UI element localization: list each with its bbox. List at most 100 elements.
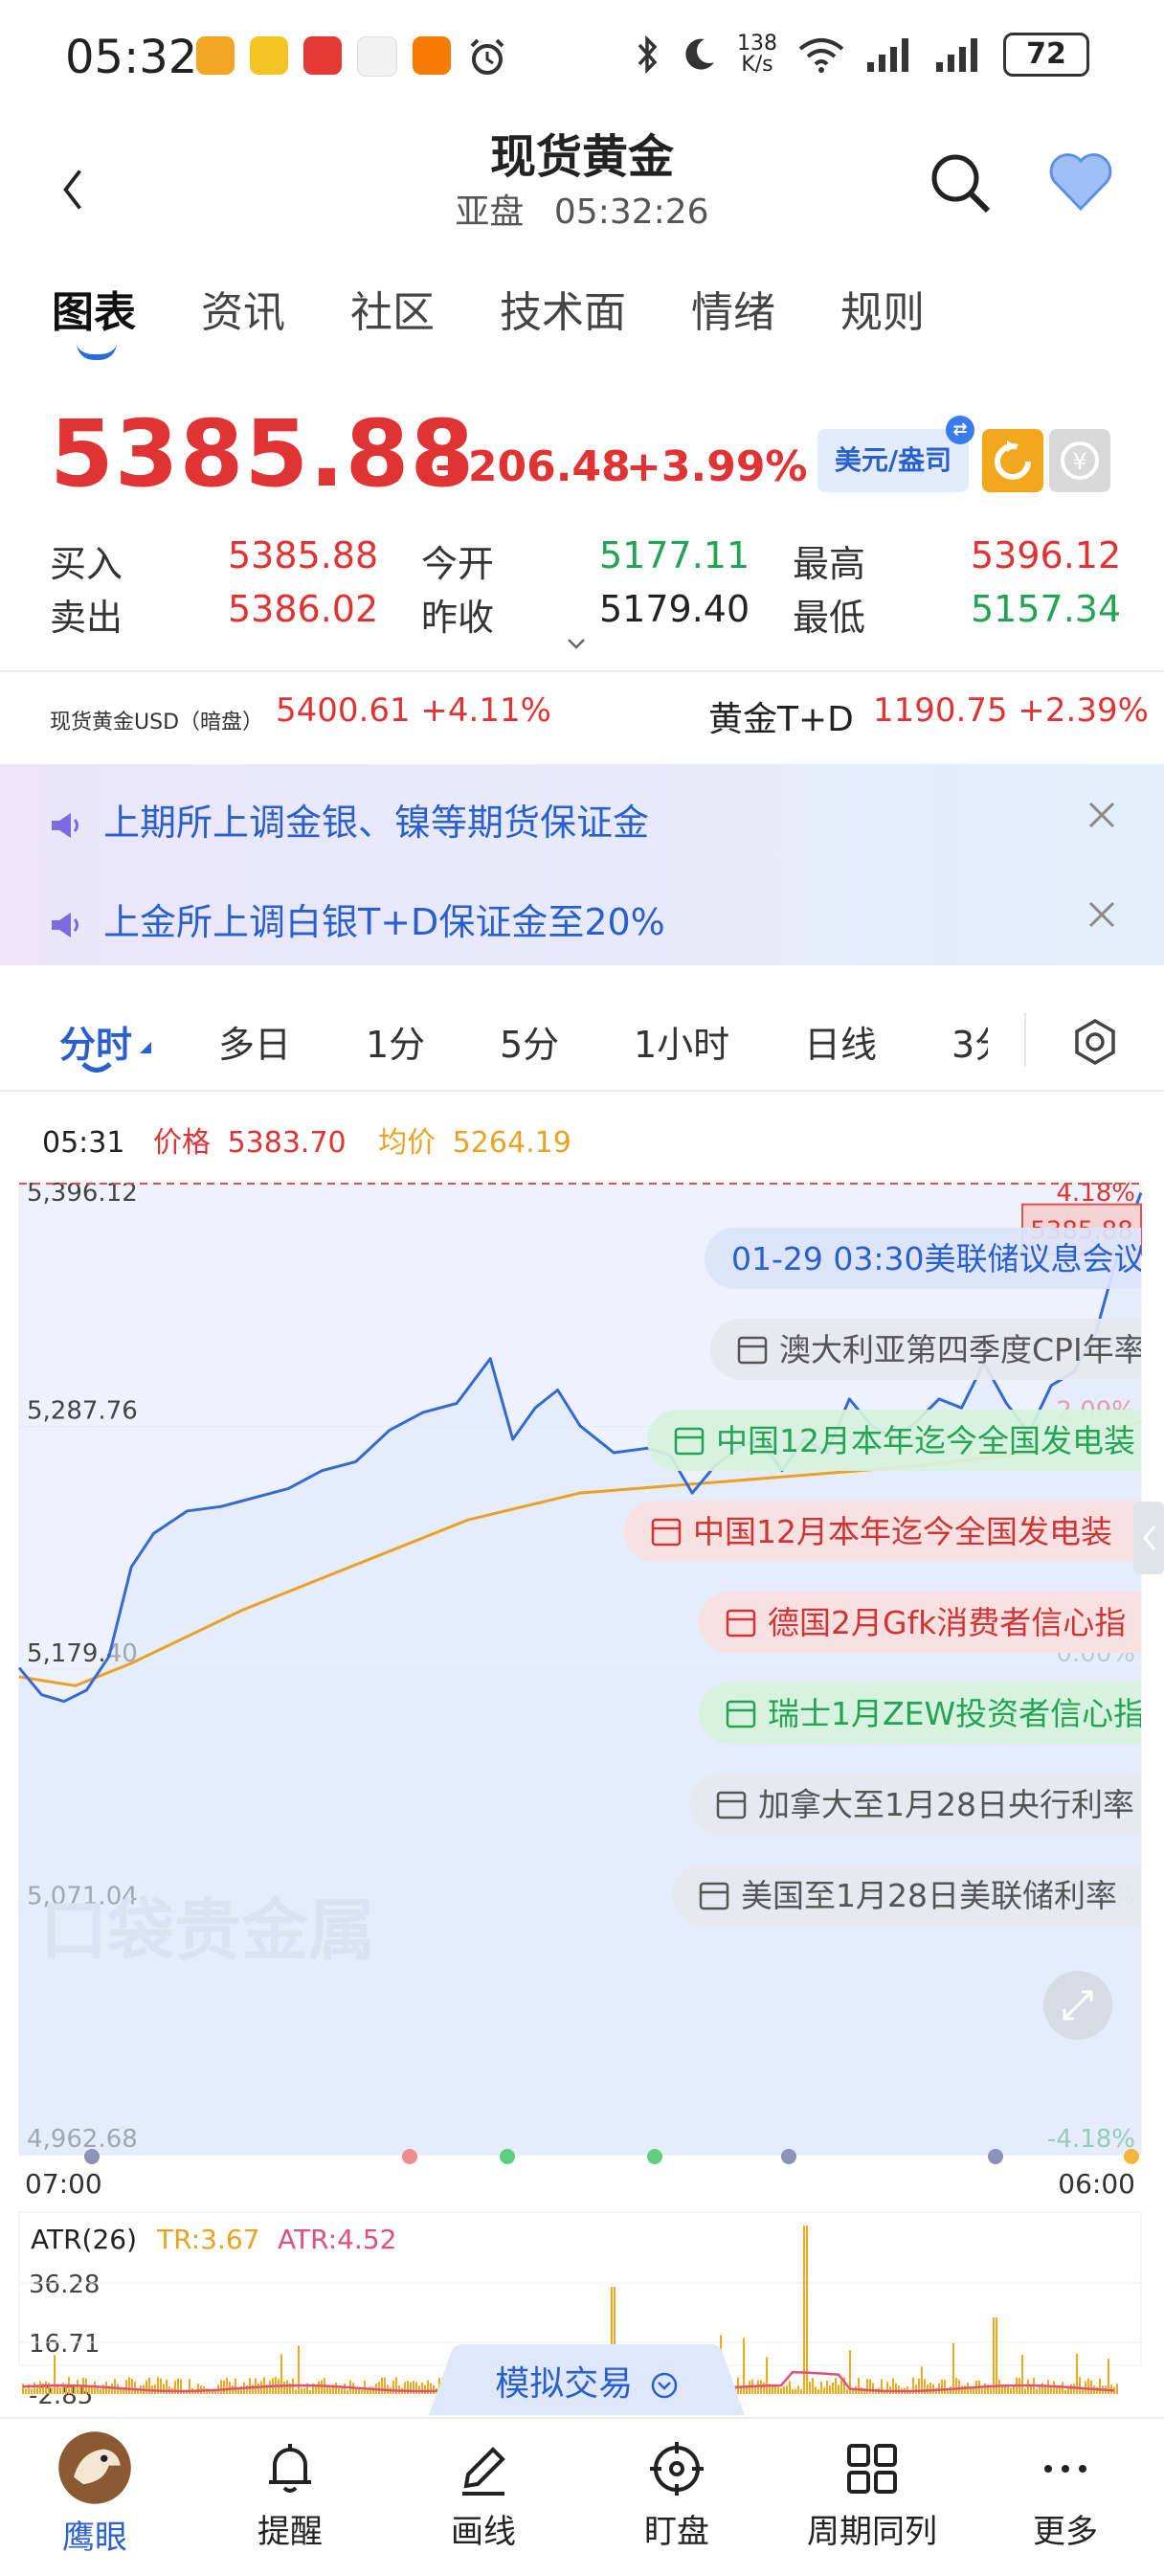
tab-rules[interactable]: 规则 <box>840 278 925 339</box>
high-label: 最高 <box>793 543 866 585</box>
nav-label: 更多 <box>1033 2513 1098 2551</box>
settings-icon[interactable] <box>1070 1017 1120 1067</box>
market-label: 亚盘 <box>455 192 525 232</box>
svg-text:¥: ¥ <box>1072 448 1086 475</box>
mail-notification-icon <box>250 36 288 75</box>
nav-period-compare[interactable]: 周期同列 <box>791 2438 953 2552</box>
event-marker-dot <box>647 2149 662 2164</box>
sim-trade-button[interactable]: 模拟交易 <box>429 2344 745 2415</box>
event-text: 中国12月本年迄今全国发电装 <box>716 1422 1135 1459</box>
period-tabs: 分时 多日 1分 5分 1小时 日线 3分 <box>0 996 1164 1092</box>
crosshair-info: 05:31 价格 5383.70 均价 5264.19 <box>42 1119 571 1161</box>
price-change: +206.48 <box>433 442 631 491</box>
unit-toggle-button[interactable]: 美元/盎司 ⇄ <box>817 416 974 492</box>
unit-label: 美元/盎司 <box>834 444 952 476</box>
event-marker-dot <box>988 2149 1003 2164</box>
tab-chart[interactable]: 图表 <box>52 278 136 360</box>
period-tab-intraday[interactable]: 分时 <box>59 1015 132 1068</box>
event-text: 德国2月Gfk消费者信心指 <box>768 1604 1126 1641</box>
period-tab-multiday[interactable]: 多日 <box>218 1015 291 1068</box>
atr-tr-value: TR:3.67 <box>156 2224 259 2255</box>
nav-label: 盯盘 <box>644 2513 709 2551</box>
divider <box>0 670 1164 672</box>
y-tick-label: 5,287.76 <box>27 1397 138 1426</box>
td-label: 黄金T+D <box>708 700 854 739</box>
dropdown-triangle-icon <box>140 1042 151 1053</box>
crosshair-time: 05:31 <box>42 1126 125 1160</box>
divider <box>1024 1013 1026 1067</box>
atr-y-tick-label: 16.71 <box>29 2330 100 2359</box>
net-speed-unit: K/s <box>741 53 773 77</box>
status-right: 138 K/s 72 <box>636 33 1089 77</box>
status-time: 05:32 <box>65 31 198 84</box>
notice-item[interactable]: 上金所上调白银T+D保证金至20% <box>50 893 665 945</box>
x-tick-label: 06:00 <box>1058 2168 1135 2200</box>
net-speed: 138 K/s <box>737 34 777 76</box>
tab-sentiment[interactable]: 情绪 <box>691 278 775 339</box>
side-panel-tab <box>1133 1502 1164 1574</box>
period-tab-1hour[interactable]: 1小时 <box>634 1015 729 1068</box>
more-dots-icon <box>1044 2465 1086 2473</box>
prev-close-label: 昨收 <box>421 597 495 639</box>
eagle-icon <box>58 2431 131 2504</box>
period-tab-3min[interactable]: 3分 <box>951 1015 988 1068</box>
crosshair-avg-label: 均价 <box>378 1126 436 1160</box>
prev-close-price: 5179.40 <box>599 588 750 630</box>
app-notification-icon <box>303 36 342 75</box>
tab-community[interactable]: 社区 <box>350 278 435 339</box>
close-icon[interactable] <box>1087 900 1116 929</box>
tab-news[interactable]: 资讯 <box>201 278 285 339</box>
currency-icon: ¥ <box>1061 441 1099 480</box>
speaker-icon <box>52 812 78 838</box>
nav-label: 画线 <box>451 2513 516 2551</box>
signal-icon <box>936 38 977 72</box>
favorite-heart-icon[interactable] <box>1047 151 1114 213</box>
crosshair-price-label: 价格 <box>153 1126 212 1160</box>
bluetooth-icon <box>638 35 658 74</box>
low-label: 最低 <box>793 597 866 639</box>
sim-trade-row: 模拟交易 <box>429 2356 745 2406</box>
open-price: 5177.11 <box>599 534 750 576</box>
atr-y-tick-label: 36.28 <box>29 2271 100 2299</box>
app-notification-icon <box>196 36 235 75</box>
nav-draw-line[interactable]: 画线 <box>402 2438 565 2552</box>
atr-label: ATR(26) <box>31 2224 137 2255</box>
target-icon <box>650 2442 704 2496</box>
current-price: 5385.88 <box>50 400 476 508</box>
speaker-icon <box>52 912 78 938</box>
nav-watch[interactable]: 盯盘 <box>595 2438 758 2552</box>
notice-item[interactable]: 上期所上调金银、镍等期货保证金 <box>50 793 649 846</box>
crosshair-avg: 5264.19 <box>452 1126 571 1160</box>
y-tick-label: 5,396.12 <box>27 1179 138 1208</box>
divider <box>0 1090 1164 1092</box>
nav-more[interactable]: 更多 <box>984 2438 1147 2552</box>
nav-label: 鹰眼 <box>62 2519 127 2557</box>
period-tab-5min[interactable]: 5分 <box>500 1015 559 1068</box>
bottom-nav: 鹰眼 提醒 画线 盯盘 周期同列 更多 <box>0 2417 1164 2576</box>
open-label: 今开 <box>421 543 495 585</box>
event-marker-dot <box>781 2149 796 2164</box>
buy-label: 买入 <box>50 543 123 585</box>
main-tabs: 图表 资讯 社区 技术面 情绪 规则 <box>52 278 990 360</box>
currency-convert-button[interactable]: ¥ <box>1049 429 1110 492</box>
net-speed-value: 138 <box>737 32 777 56</box>
alarm-icon <box>470 38 504 75</box>
atr-value: ATR:4.52 <box>278 2224 396 2255</box>
refresh-button[interactable] <box>982 429 1043 492</box>
intraday-chart[interactable]: 5,396.124.18%5,287.762.09%5,179.400.00%5… <box>0 1168 1164 2404</box>
period-tab-1min[interactable]: 1分 <box>366 1015 425 1068</box>
price-change-pct: +3.99% <box>626 442 808 491</box>
market-clock: 05:32:26 <box>553 192 709 232</box>
close-icon[interactable] <box>1087 801 1116 829</box>
period-tab-daily[interactable]: 日线 <box>804 1015 877 1068</box>
sell-label: 卖出 <box>50 597 123 639</box>
tab-technical[interactable]: 技术面 <box>500 278 626 339</box>
nav-alert[interactable]: 提醒 <box>209 2438 371 2552</box>
wifi-icon <box>798 38 844 73</box>
bell-icon <box>269 2444 311 2493</box>
event-text: 加拿大至1月28日央行利率 <box>758 1786 1134 1823</box>
event-text: 澳大利亚第四季度CPI年率 <box>779 1331 1146 1368</box>
search-icon[interactable] <box>927 149 994 216</box>
expand-chevron-icon[interactable] <box>567 638 586 651</box>
nav-eagle-eye[interactable]: 鹰眼 <box>13 2431 176 2558</box>
